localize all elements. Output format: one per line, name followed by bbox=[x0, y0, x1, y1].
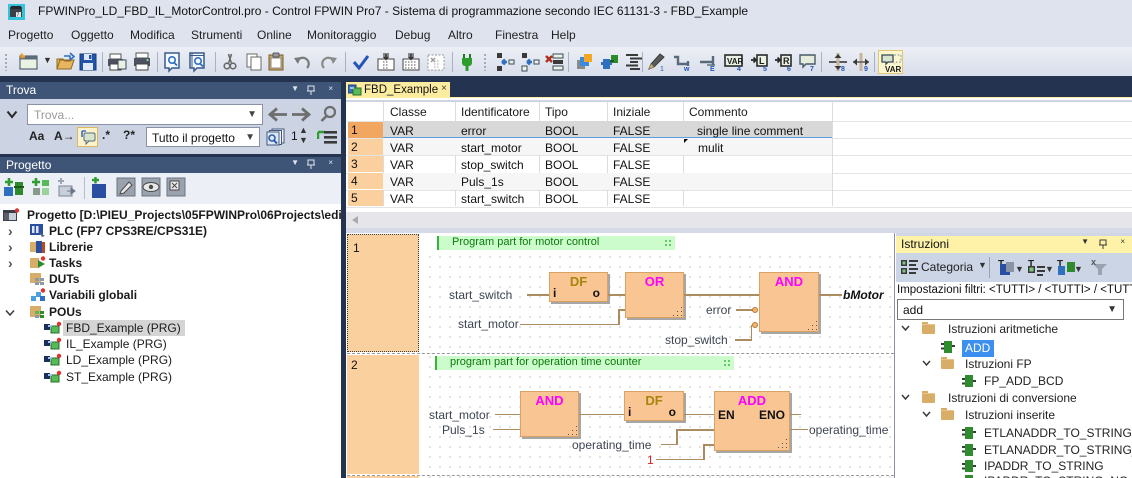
svg-text:4: 4 bbox=[737, 66, 741, 73]
svg-text:VAR: VAR bbox=[885, 65, 902, 73]
svg-text:1: 1 bbox=[660, 66, 664, 73]
svg-text:8: 8 bbox=[841, 66, 845, 73]
svg-text:VAR: VAR bbox=[727, 57, 744, 66]
svg-text:6: 6 bbox=[787, 66, 791, 73]
svg-text:R: R bbox=[783, 56, 790, 66]
svg-text:7: 7 bbox=[17, 13, 20, 19]
svg-text:w: w bbox=[683, 66, 690, 73]
svg-text:E: E bbox=[710, 66, 715, 73]
svg-text:9: 9 bbox=[864, 66, 868, 73]
svg-text:7: 7 bbox=[810, 66, 814, 73]
svg-text:L: L bbox=[759, 56, 765, 66]
svg-text:5: 5 bbox=[763, 66, 767, 73]
